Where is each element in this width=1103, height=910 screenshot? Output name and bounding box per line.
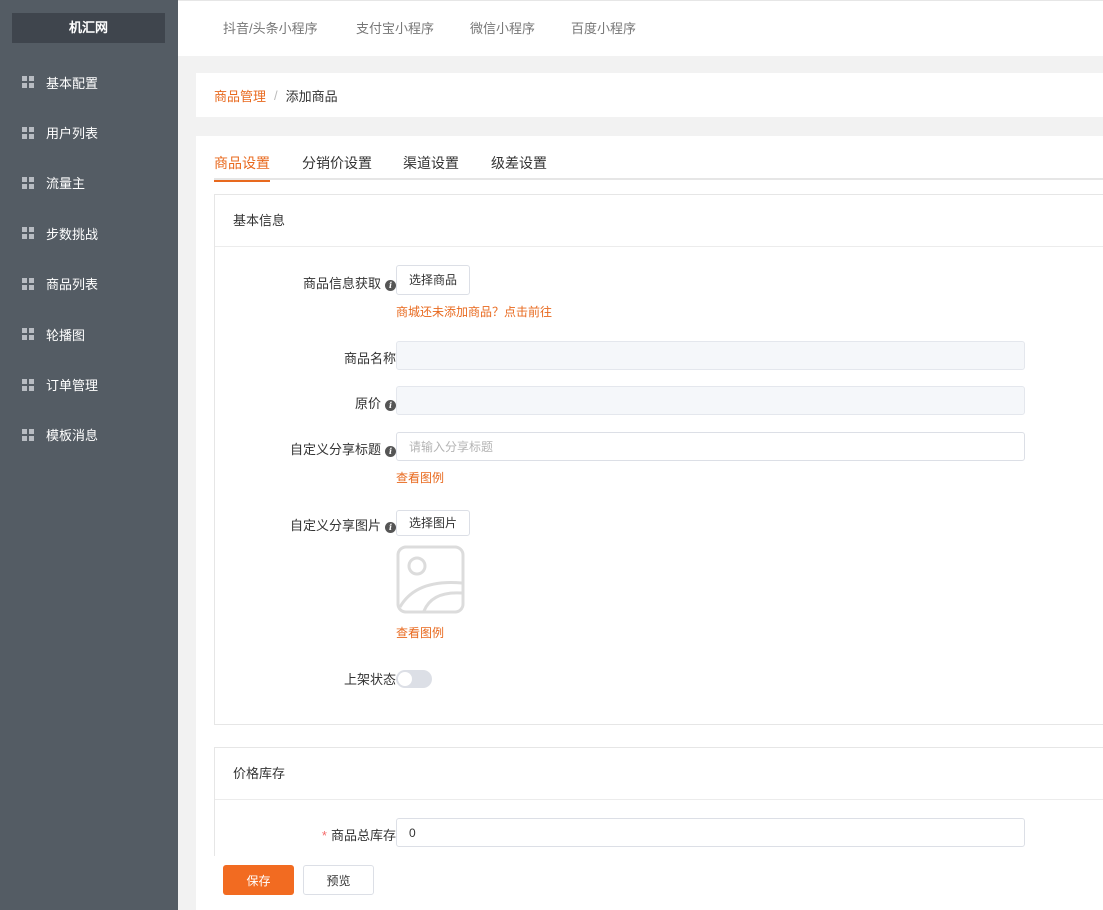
- breadcrumb-current: 添加商品: [285, 88, 338, 104]
- top-tab-alipay[interactable]: 支付宝小程序: [356, 1, 434, 57]
- tab-channel-settings[interactable]: 渠道设置: [403, 136, 459, 180]
- grid-icon: [22, 378, 34, 391]
- field-label: 原价 i: [236, 393, 396, 412]
- view-example-link[interactable]: 查看图例: [396, 624, 444, 641]
- image-placeholder-icon: [396, 545, 465, 614]
- sidebar-item-basic-config[interactable]: 基本配置: [0, 57, 178, 107]
- sidebar-item-label: 订单管理: [46, 378, 99, 394]
- info-icon[interactable]: i: [385, 400, 396, 411]
- sidebar-item-carousel[interactable]: 轮播图: [0, 309, 178, 359]
- app-logo: 机汇网: [12, 13, 165, 43]
- preview-button[interactable]: 预览: [303, 865, 374, 895]
- sidebar-item-orders[interactable]: 订单管理: [0, 359, 178, 409]
- save-button[interactable]: 保存: [223, 865, 294, 895]
- breadcrumb: 商品管理 / 添加商品: [196, 73, 1103, 117]
- total-stock-input[interactable]: [396, 818, 1025, 847]
- select-image-button[interactable]: 选择图片: [396, 510, 471, 536]
- grid-icon: [22, 176, 34, 189]
- field-label: 自定义分享标题 i: [236, 439, 396, 458]
- field-label: 商品信息获取 i: [236, 273, 396, 292]
- panel-title: 基本信息: [215, 195, 1103, 247]
- sidebar-item-label: 轮播图: [46, 327, 86, 343]
- grid-icon: [22, 277, 34, 290]
- top-tab-wechat[interactable]: 微信小程序: [470, 1, 535, 57]
- sidebar-item-label: 步数挑战: [46, 226, 99, 242]
- price-stock-panel: 价格库存 * 商品总库存: [214, 747, 1103, 867]
- info-icon[interactable]: i: [385, 280, 396, 291]
- field-label: 商品名称: [343, 351, 396, 366]
- main-content: 商品设置 分销价设置 渠道设置 级差设置 基本信息 商品信息获取 i 选择商品 商…: [196, 136, 1103, 910]
- sidebar-nav: 基本配置 用户列表 流量主 步数挑战 商品列表 轮播图 订单管理 模板消息: [0, 57, 178, 460]
- listing-status-toggle[interactable]: [396, 670, 432, 688]
- sidebar-item-label: 基本配置: [46, 75, 99, 91]
- select-product-button[interactable]: 选择商品: [396, 265, 471, 295]
- basic-info-panel: 基本信息 商品信息获取 i 选择商品 商城还未添加商品？点击前往 商品名称 原价 i…: [214, 194, 1103, 725]
- sidebar-item-label: 商品列表: [46, 277, 99, 293]
- sidebar-item-label: 流量主: [46, 176, 86, 192]
- tab-product-settings[interactable]: 商品设置: [214, 136, 270, 182]
- add-product-link[interactable]: 商城还未添加商品？点击前往: [396, 303, 552, 320]
- info-icon[interactable]: i: [385, 522, 396, 533]
- top-tab-douyin[interactable]: 抖音/头条小程序: [223, 1, 318, 57]
- grid-icon: [22, 227, 34, 240]
- field-label: 自定义分享图片 i: [236, 515, 396, 534]
- sidebar-item-user-list[interactable]: 用户列表: [0, 107, 178, 157]
- breadcrumb-separator: /: [274, 87, 278, 103]
- sidebar-item-template-messages[interactable]: 模板消息: [0, 410, 178, 460]
- original-price-input[interactable]: [396, 386, 1025, 415]
- sidebar-item-traffic[interactable]: 流量主: [0, 158, 178, 208]
- sidebar-item-label: 模板消息: [46, 428, 99, 444]
- grid-icon: [22, 428, 34, 441]
- panel-title: 价格库存: [215, 748, 1103, 800]
- breadcrumb-parent-link[interactable]: 商品管理: [214, 86, 266, 105]
- form-footer: 保存 预览: [196, 856, 1103, 910]
- sidebar: 机汇网 基本配置 用户列表 流量主 步数挑战 商品列表 轮播图 订单管理 模板消…: [0, 0, 178, 910]
- product-name-input[interactable]: [396, 341, 1025, 370]
- top-tab-baidu[interactable]: 百度小程序: [571, 1, 636, 57]
- required-mark: *: [321, 828, 327, 843]
- sidebar-item-step-challenge[interactable]: 步数挑战: [0, 208, 178, 258]
- field-label: * 商品总库存: [321, 828, 396, 843]
- view-example-link[interactable]: 查看图例: [396, 469, 444, 486]
- settings-tabs: 商品设置 分销价设置 渠道设置 级差设置: [214, 136, 1103, 182]
- share-title-input[interactable]: [396, 432, 1025, 461]
- field-label: 上架状态: [343, 672, 396, 687]
- grid-icon: [22, 126, 34, 139]
- tab-distribution-price[interactable]: 分销价设置: [302, 136, 372, 180]
- info-icon[interactable]: i: [385, 446, 396, 457]
- sidebar-item-product-list[interactable]: 商品列表: [0, 259, 178, 309]
- tab-tier-settings[interactable]: 级差设置: [491, 136, 547, 180]
- sidebar-item-label: 用户列表: [46, 126, 99, 142]
- grid-icon: [22, 76, 34, 89]
- grid-icon: [22, 328, 34, 341]
- top-bar: 抖音/头条小程序 支付宝小程序 微信小程序 百度小程序: [178, 0, 1103, 56]
